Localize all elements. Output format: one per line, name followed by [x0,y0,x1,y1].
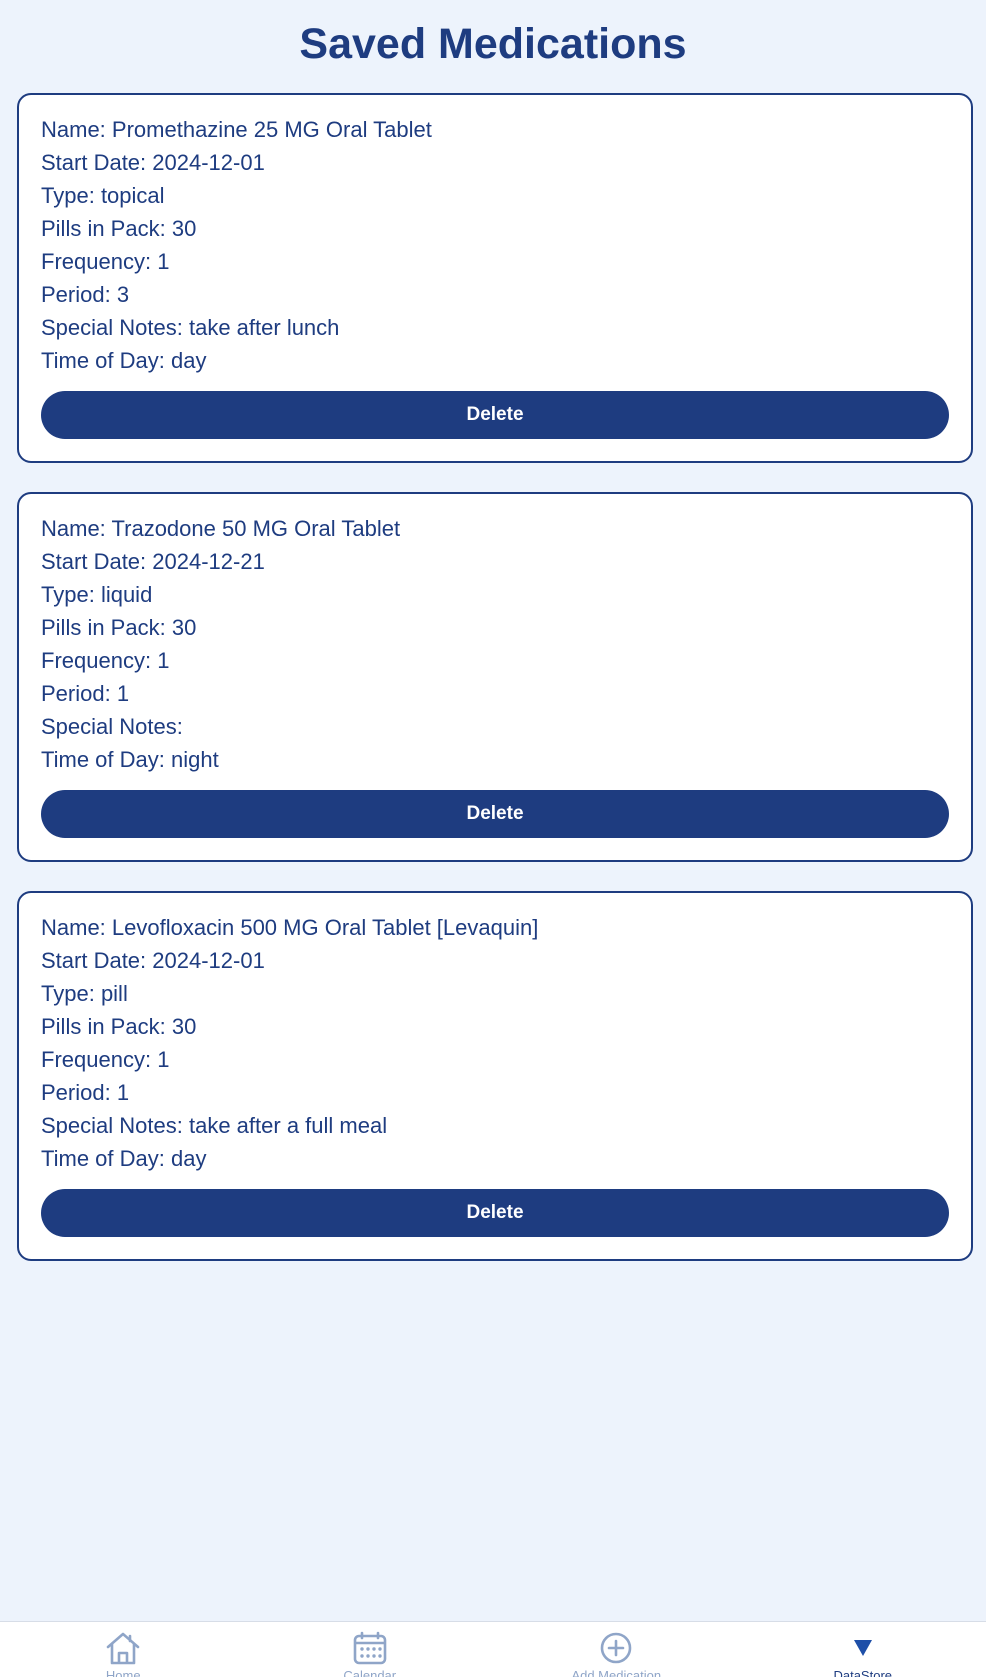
field-label: Name: [41,117,106,142]
field-label: Pills in Pack: [41,216,166,241]
field-label: Type: [41,183,95,208]
calendar-icon [351,1630,389,1666]
field-value: Promethazine 25 MG Oral Tablet [112,117,432,142]
field-value: 1 [157,648,169,673]
medication-frequency: Frequency: 1 [41,245,949,278]
medication-frequency: Frequency: 1 [41,1043,949,1076]
medication-time-of-day: Time of Day: day [41,344,949,377]
field-value: 30 [172,216,196,241]
medication-pills-in-pack: Pills in Pack: 30 [41,212,949,245]
field-value: 3 [117,282,129,307]
field-label: Start Date: [41,549,146,574]
field-label: Pills in Pack: [41,1014,166,1039]
field-label: Name: [41,516,106,541]
field-value: 1 [117,681,129,706]
field-value: 2024-12-21 [152,549,265,574]
field-label: Period: [41,681,111,706]
delete-button[interactable]: Delete [41,1189,949,1237]
field-label: Type: [41,981,95,1006]
medication-card: Name: Promethazine 25 MG Oral Tablet Sta… [17,93,973,463]
field-value: day [171,1146,206,1171]
field-value: take after lunch [189,315,339,340]
medication-special-notes: Special Notes: take after lunch [41,311,949,344]
field-value: 30 [172,1014,196,1039]
page-title: Saved Medications [0,14,986,74]
medication-special-notes: Special Notes: [41,710,949,743]
medication-type: Type: topical [41,179,949,212]
medication-frequency: Frequency: 1 [41,644,949,677]
field-label: Frequency: [41,249,151,274]
medication-type: Type: liquid [41,578,949,611]
field-value: liquid [101,582,152,607]
field-value: day [171,348,206,373]
medication-special-notes: Special Notes: take after a full meal [41,1109,949,1142]
field-value: 1 [157,249,169,274]
bottom-tab-bar: Home Calendar Add Medication [0,1621,986,1677]
tab-add-medication[interactable]: Add Medication [493,1622,740,1677]
medication-start-date: Start Date: 2024-12-21 [41,545,949,578]
field-value: 1 [157,1047,169,1072]
delete-button[interactable]: Delete [41,391,949,439]
field-value: topical [101,183,165,208]
field-label: Start Date: [41,948,146,973]
medication-name: Name: Levofloxacin 500 MG Oral Tablet [L… [41,911,949,944]
tab-calendar[interactable]: Calendar [247,1622,494,1677]
field-label: Special Notes: [41,1113,183,1138]
medication-pills-in-pack: Pills in Pack: 30 [41,1010,949,1043]
medication-period: Period: 3 [41,278,949,311]
field-label: Period: [41,282,111,307]
field-value: 30 [172,615,196,640]
field-label: Period: [41,1080,111,1105]
field-label: Name: [41,915,106,940]
field-value: take after a full meal [189,1113,387,1138]
field-label: Type: [41,582,95,607]
field-label: Time of Day: [41,747,165,772]
field-label: Special Notes: [41,714,183,739]
medication-start-date: Start Date: 2024-12-01 [41,146,949,179]
home-icon [104,1630,142,1666]
field-label: Time of Day: [41,348,165,373]
medication-period: Period: 1 [41,677,949,710]
field-value: 2024-12-01 [152,948,265,973]
field-value: night [171,747,219,772]
medication-time-of-day: Time of Day: day [41,1142,949,1175]
field-label: Time of Day: [41,1146,165,1171]
field-label: Frequency: [41,648,151,673]
medication-card: Name: Levofloxacin 500 MG Oral Tablet [L… [17,891,973,1261]
field-value: 1 [117,1080,129,1105]
medication-pills-in-pack: Pills in Pack: 30 [41,611,949,644]
tab-home[interactable]: Home [0,1622,247,1677]
delete-button[interactable]: Delete [41,790,949,838]
medication-name: Name: Promethazine 25 MG Oral Tablet [41,113,949,146]
field-label: Frequency: [41,1047,151,1072]
triangle-down-icon [844,1630,882,1666]
field-value: 2024-12-01 [152,150,265,175]
field-label: Pills in Pack: [41,615,166,640]
plus-circle-icon [597,1630,635,1666]
field-label: Special Notes: [41,315,183,340]
field-value: Levofloxacin 500 MG Oral Tablet [Levaqui… [112,915,538,940]
medication-start-date: Start Date: 2024-12-01 [41,944,949,977]
field-label: Start Date: [41,150,146,175]
field-value: pill [101,981,128,1006]
tab-datastore[interactable]: DataStore [740,1622,986,1677]
medication-time-of-day: Time of Day: night [41,743,949,776]
medication-name: Name: Trazodone 50 MG Oral Tablet [41,512,949,545]
field-value: Trazodone 50 MG Oral Tablet [112,516,401,541]
medication-type: Type: pill [41,977,949,1010]
medication-period: Period: 1 [41,1076,949,1109]
medication-card: Name: Trazodone 50 MG Oral Tablet Start … [17,492,973,862]
